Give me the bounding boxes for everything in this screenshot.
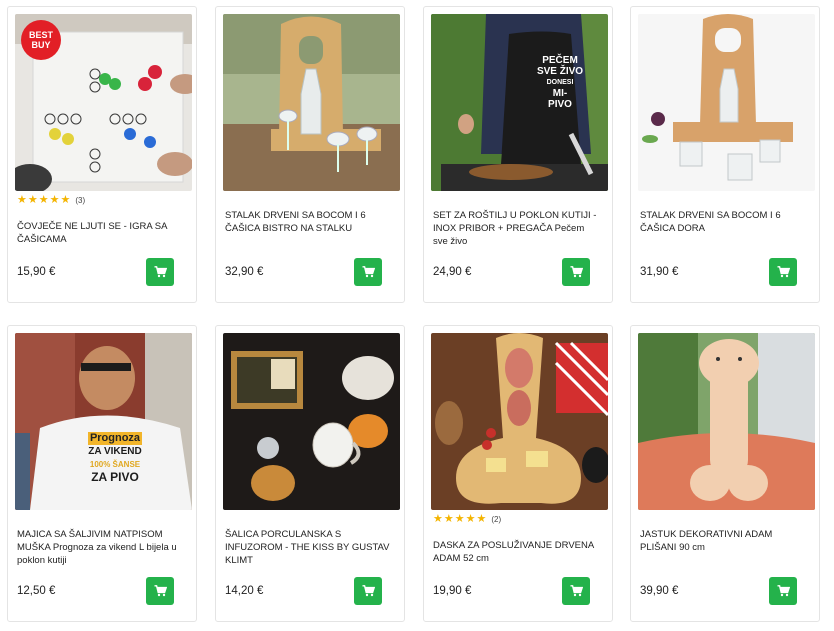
product-image[interactable] (431, 333, 608, 510)
apron-line: PEČEM (542, 55, 578, 66)
shopping-cart-icon (777, 266, 790, 278)
product-rating: ★ ★ ★ ★ ★ (2) (433, 514, 501, 525)
apron-print: PEČEM SVE ŽIVO DONESI MI- PIVO (532, 55, 588, 110)
product-title[interactable]: STALAK DRVENI SA BOCOM I 6 ČAŠICA DORA (640, 209, 808, 235)
shirt-line: ZA PIVO (91, 470, 139, 484)
shopping-cart-icon (362, 585, 375, 597)
product-title[interactable]: MAJICA SA ŠALJIVIM NATPISOM MUŠKA Progno… (17, 528, 185, 567)
product-price: 19,90 € (433, 585, 472, 597)
star-icon: ★ (433, 513, 443, 525)
product-title[interactable]: JASTUK DEKORATIVNI ADAM PLIŠANI 90 cm (640, 528, 808, 554)
product-image[interactable]: BEST BUY (15, 14, 192, 191)
shirt-line: Prognoza (87, 432, 143, 445)
product-card[interactable]: BEST BUY ★ ★ ★ ★ ★ (3) ČOVJEČE NE LJUTI SE -… (7, 6, 197, 303)
product-card[interactable]: STALAK DRVENI SA BOCOM I 6 ČAŠICA BISTRO… (215, 6, 405, 303)
product-image[interactable] (638, 14, 815, 191)
product-title[interactable]: ČOVJEČE NE LJUTI SE - IGRA SA ČAŠICAMA (17, 220, 185, 246)
star-icon: ★ (49, 194, 60, 206)
apron-line: MI- (552, 88, 568, 99)
shopping-cart-icon (154, 266, 167, 278)
product-rating: ★ ★ ★ ★ ★ (3) (17, 195, 85, 206)
shopping-cart-icon (570, 266, 583, 278)
add-to-cart-button[interactable] (562, 577, 590, 605)
shopping-cart-icon (777, 585, 790, 597)
product-price: 39,90 € (640, 585, 679, 597)
product-title[interactable]: DASKA ZA POSLUŽIVANJE DRVENA ADAM 52 cm (433, 539, 601, 565)
product-price: 15,90 € (17, 266, 56, 278)
product-card[interactable]: PEČEM SVE ŽIVO DONESI MI- PIVO SET ZA RO… (423, 6, 613, 303)
star-icon: ★ (443, 513, 454, 525)
apron-line: DONESI (546, 79, 574, 86)
star-icon: ★ (27, 194, 38, 206)
add-to-cart-button[interactable] (354, 577, 382, 605)
shopping-cart-icon (570, 585, 583, 597)
add-to-cart-button[interactable] (769, 577, 797, 605)
star-icon: ★ (454, 513, 465, 525)
product-image[interactable] (223, 333, 400, 510)
product-image[interactable]: PEČEM SVE ŽIVO DONESI MI- PIVO (431, 14, 608, 191)
product-title[interactable]: STALAK DRVENI SA BOCOM I 6 ČAŠICA BISTRO… (225, 209, 393, 235)
apron-line: PIVO (548, 99, 572, 110)
product-title[interactable]: ŠALICA PORCULANSKA S INFUZOROM - THE KIS… (225, 528, 393, 567)
product-image[interactable]: Prognoza ZA VIKEND 100% ŠANSE ZA PIVO (15, 333, 192, 510)
shopping-cart-icon (362, 266, 375, 278)
shirt-print: Prognoza ZA VIKEND 100% ŠANSE ZA PIVO (70, 430, 160, 484)
product-price: 14,20 € (225, 585, 264, 597)
product-card[interactable]: ŠALICA PORCULANSKA S INFUZOROM - THE KIS… (215, 325, 405, 622)
best-buy-badge: BEST BUY (21, 20, 61, 60)
shirt-line: ZA VIKEND (88, 446, 142, 457)
product-image[interactable] (638, 333, 815, 510)
product-price: 31,90 € (640, 266, 679, 278)
shopping-cart-icon (154, 585, 167, 597)
star-icon: ★ (38, 194, 49, 206)
rating-count: (2) (491, 515, 502, 524)
add-to-cart-button[interactable] (562, 258, 590, 286)
add-to-cart-button[interactable] (769, 258, 797, 286)
product-card[interactable]: STALAK DRVENI SA BOCOM I 6 ČAŠICA DORA 3… (630, 6, 820, 303)
product-price: 32,90 € (225, 266, 264, 278)
add-to-cart-button[interactable] (354, 258, 382, 286)
product-card[interactable]: ★ ★ ★ ★ ★ (2) DASKA ZA POSLUŽIVANJE DRVENA A… (423, 325, 613, 622)
add-to-cart-button[interactable] (146, 258, 174, 286)
product-card[interactable]: JASTUK DEKORATIVNI ADAM PLIŠANI 90 cm 39… (630, 325, 820, 622)
apron-line: SVE ŽIVO (536, 66, 584, 77)
product-grid: BEST BUY ★ ★ ★ ★ ★ (3) ČOVJEČE NE LJUTI SE -… (0, 0, 834, 631)
add-to-cart-button[interactable] (146, 577, 174, 605)
star-icon: ★ (465, 513, 476, 525)
product-image[interactable] (223, 14, 400, 191)
product-price: 24,90 € (433, 266, 472, 278)
star-icon: ★ (476, 513, 487, 525)
star-icon: ★ (17, 194, 27, 206)
product-price: 12,50 € (17, 585, 56, 597)
star-icon: ★ (60, 194, 71, 206)
product-card[interactable]: Prognoza ZA VIKEND 100% ŠANSE ZA PIVO MA… (7, 325, 197, 622)
product-title[interactable]: SET ZA ROŠTILJ U POKLON KUTIJI - INOX PR… (433, 209, 601, 248)
rating-count: (3) (75, 196, 86, 205)
